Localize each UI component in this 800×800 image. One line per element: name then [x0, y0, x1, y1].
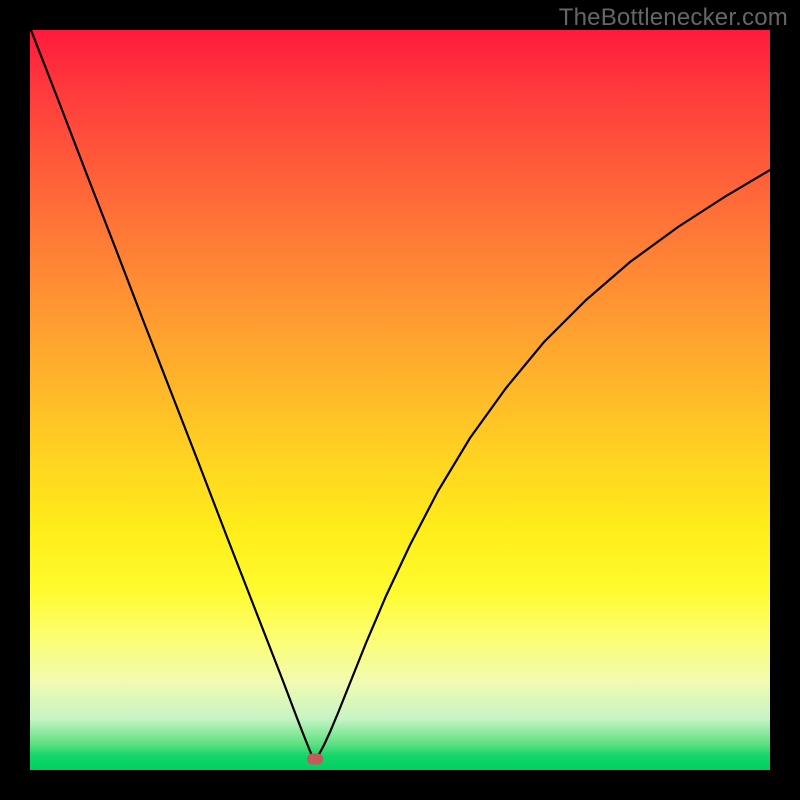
plot-area — [30, 30, 770, 770]
curve-right-branch — [315, 170, 770, 759]
bottleneck-curve — [30, 30, 770, 770]
minimum-marker — [307, 754, 323, 765]
watermark-text: TheBottlenecker.com — [559, 4, 788, 32]
curve-left-branch — [31, 30, 315, 759]
chart-outer-frame: TheBottlenecker.com — [0, 0, 800, 800]
